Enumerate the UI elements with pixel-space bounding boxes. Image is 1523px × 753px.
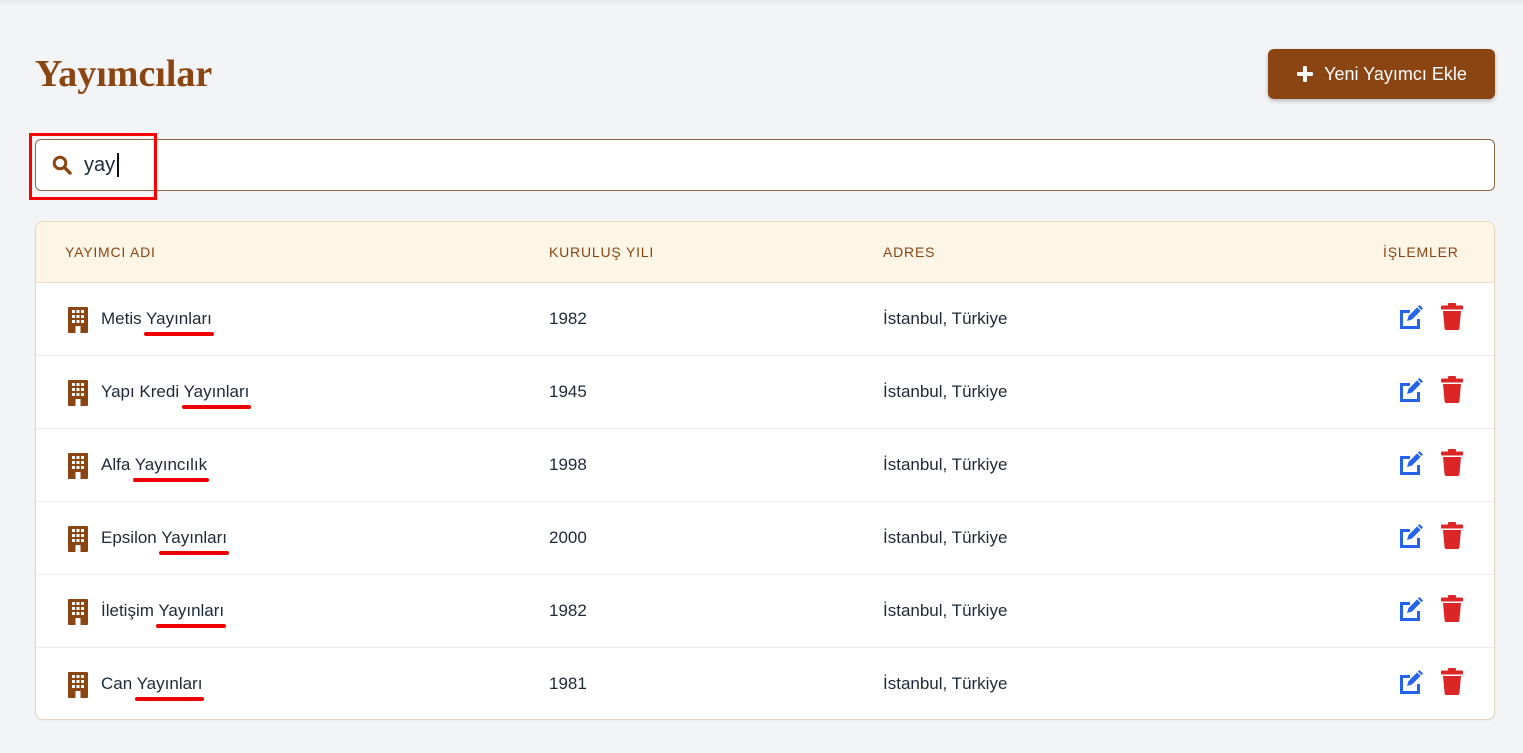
edit-icon[interactable]	[1397, 377, 1425, 403]
table-row: Metis Yayınları 1982 İstanbul, Türkiye	[36, 283, 1494, 356]
column-header-address: ADRES	[883, 244, 936, 260]
publisher-name: Alfa Yayıncılık	[101, 455, 207, 475]
trash-icon[interactable]	[1440, 668, 1464, 696]
search-icon	[52, 155, 72, 175]
address: İstanbul, Türkiye	[883, 309, 1008, 328]
publisher-name-prefix: Epsilon	[101, 528, 162, 547]
page-title: Yayımcılar	[35, 53, 213, 95]
founding-year: 1982	[549, 601, 587, 620]
edit-icon[interactable]	[1397, 450, 1425, 476]
edit-icon[interactable]	[1397, 304, 1425, 330]
publisher-name-match: Yayınları	[183, 382, 250, 401]
annotation-underline	[159, 551, 230, 555]
publisher-name-prefix: Metis	[101, 309, 147, 328]
building-icon	[66, 307, 90, 333]
publisher-name-match: Yayınları	[161, 528, 228, 547]
column-header-name: YAYIMCI ADI	[65, 244, 156, 260]
trash-icon[interactable]	[1440, 449, 1464, 477]
founding-year: 2000	[549, 528, 587, 547]
add-publisher-button[interactable]: Yeni Yayımcı Ekle	[1268, 49, 1495, 99]
publisher-name-prefix: Yapı Kredi	[101, 382, 184, 401]
publisher-name: Yapı Kredi Yayınları	[101, 382, 249, 402]
trash-icon[interactable]	[1440, 376, 1464, 404]
text-caret	[117, 153, 119, 177]
trash-icon[interactable]	[1440, 595, 1464, 623]
address: İstanbul, Türkiye	[883, 455, 1008, 474]
column-header-year: KURULUŞ YILI	[549, 244, 655, 260]
address: İstanbul, Türkiye	[883, 528, 1008, 547]
building-icon	[66, 380, 90, 406]
annotation-underline	[134, 697, 205, 701]
publishers-table: YAYIMCI ADI KURULUŞ YILI ADRES İŞLEMLER …	[35, 221, 1495, 720]
building-icon	[66, 672, 90, 698]
founding-year: 1945	[549, 382, 587, 401]
edit-icon[interactable]	[1397, 596, 1425, 622]
building-icon	[66, 526, 90, 552]
publisher-name-prefix: İletişim	[101, 601, 159, 620]
publisher-name-match: Yayınları	[136, 674, 203, 693]
publisher-name: Metis Yayınları	[101, 309, 212, 329]
plus-icon	[1296, 65, 1314, 83]
table-row: İletişim Yayınları 1982 İstanbul, Türkiye	[36, 575, 1494, 648]
publisher-name-match: Yayınları	[158, 601, 225, 620]
edit-icon[interactable]	[1397, 523, 1425, 549]
table-header: YAYIMCI ADI KURULUŞ YILI ADRES İŞLEMLER	[36, 222, 1494, 283]
annotation-underline	[132, 478, 210, 482]
topbar-shadow	[0, 0, 1523, 6]
publisher-name: Can Yayınları	[101, 674, 202, 694]
table-row: Alfa Yayıncılık 1998 İstanbul, Türkiye	[36, 429, 1494, 502]
annotation-underline	[156, 624, 227, 628]
search-input[interactable]	[84, 148, 1474, 182]
table-body: Metis Yayınları 1982 İstanbul, Türkiye Yapı…	[36, 283, 1494, 719]
address: İstanbul, Türkiye	[883, 674, 1008, 693]
annotation-underline	[181, 405, 252, 409]
address: İstanbul, Türkiye	[883, 382, 1008, 401]
trash-icon[interactable]	[1440, 522, 1464, 550]
table-row: Can Yayınları 1981 İstanbul, Türkiye	[36, 648, 1494, 719]
table-row: Epsilon Yayınları 2000 İstanbul, Türkiye	[36, 502, 1494, 575]
table-row: Yapı Kredi Yayınları 1945 İstanbul, Türkiy…	[36, 356, 1494, 429]
founding-year: 1998	[549, 455, 587, 474]
publisher-name-prefix: Can	[101, 674, 137, 693]
column-header-actions: İŞLEMLER	[1383, 244, 1459, 260]
publisher-name-match: Yayıncılık	[134, 455, 208, 474]
building-icon	[66, 453, 90, 479]
publisher-name-match: Yayınları	[146, 309, 212, 328]
address: İstanbul, Türkiye	[883, 601, 1008, 620]
founding-year: 1982	[549, 309, 587, 328]
trash-icon[interactable]	[1440, 303, 1464, 331]
publisher-name: Epsilon Yayınları	[101, 528, 227, 548]
publisher-name-prefix: Alfa	[101, 455, 135, 474]
add-publisher-label: Yeni Yayımcı Ekle	[1324, 63, 1467, 84]
publisher-name: İletişim Yayınları	[101, 601, 224, 621]
edit-icon[interactable]	[1397, 669, 1425, 695]
annotation-underline	[144, 332, 214, 336]
search-bar	[35, 139, 1495, 191]
building-icon	[66, 599, 90, 625]
founding-year: 1981	[549, 674, 587, 693]
